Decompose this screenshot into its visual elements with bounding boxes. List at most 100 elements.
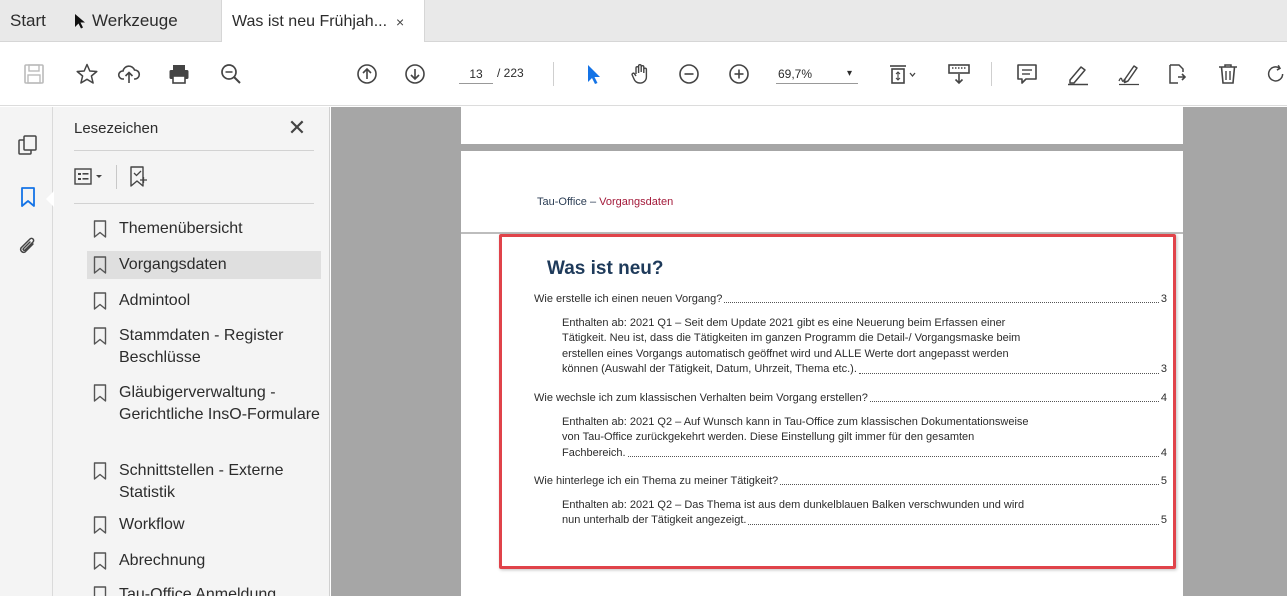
document-view[interactable]: Tau-Office – Vorgangsdaten Was ist neu? … xyxy=(331,107,1287,596)
share-icon xyxy=(1169,64,1187,84)
bookmark-icon xyxy=(93,292,107,310)
upload-cloud-icon xyxy=(117,65,141,83)
tab-document-label: Was ist neu Frühjah... xyxy=(232,12,388,30)
previous-page xyxy=(461,107,1183,144)
zoom-out-icon xyxy=(679,64,699,84)
toolbar-separator xyxy=(116,165,117,189)
print-button[interactable] xyxy=(166,61,192,87)
zoom-dropdown[interactable]: 69,7% ▾ xyxy=(776,64,858,84)
bookmark-icon xyxy=(93,327,107,345)
toolbar-divider xyxy=(553,62,554,86)
zoom-value: 69,7% xyxy=(778,67,813,81)
page-up-icon xyxy=(357,64,377,84)
rotate-button[interactable] xyxy=(1266,61,1287,87)
bookmark-label: Gläubigerverwaltung - Gerichtliche InsO-… xyxy=(119,384,320,423)
page-total: / 223 xyxy=(497,66,524,80)
bookmark-icon xyxy=(93,516,107,534)
tab-document[interactable]: Was ist neu Frühjah... × xyxy=(221,0,425,43)
chevron-down-icon: ▾ xyxy=(846,68,852,79)
bookmark-label: Schnittstellen - Externe Statistik xyxy=(119,462,284,501)
cursor-arrow-icon xyxy=(75,14,85,29)
page-header: Tau-Office – Vorgangsdaten xyxy=(537,196,673,208)
upload-button[interactable] xyxy=(116,61,142,87)
bookmark-icon xyxy=(93,220,107,238)
fit-page-button[interactable] xyxy=(884,61,920,87)
delete-icon xyxy=(1219,64,1237,84)
divider xyxy=(74,203,314,204)
options-menu-icon[interactable] xyxy=(74,167,106,187)
scroll-mode-icon xyxy=(948,64,970,85)
new-bookmark-icon[interactable] xyxy=(127,165,149,189)
bookmark-item[interactable]: Abrechnung xyxy=(87,547,321,575)
scroll-mode-button[interactable] xyxy=(946,61,972,87)
panel-close-button[interactable]: ✕ xyxy=(285,115,309,141)
select-arrow-icon xyxy=(588,65,600,84)
toolbar: 13 / 223 69,7% ▾ xyxy=(0,42,1287,106)
page-down-icon xyxy=(405,64,425,84)
rotate-icon xyxy=(1267,64,1284,82)
tab-tools[interactable]: Werkzeuge xyxy=(74,0,178,42)
select-tool-button[interactable] xyxy=(580,61,606,87)
bookmark-item[interactable]: Admintool xyxy=(87,287,321,315)
zoom-search-icon xyxy=(221,64,241,84)
save-icon xyxy=(24,64,44,84)
bookmarks-panel: Lesezeichen ✕ Themenübersicht Vorgangsda… xyxy=(53,107,330,596)
header-sub: Vorgangsdaten xyxy=(599,196,674,208)
tab-bar: Start Werkzeuge Was ist neu Frühjah... × xyxy=(0,0,1287,43)
bookmark-item[interactable]: Stammdaten - Register Beschlüsse xyxy=(87,322,321,372)
header-dash: – xyxy=(586,196,600,208)
hand-icon xyxy=(631,64,648,84)
bookmark-icon xyxy=(93,462,107,480)
hand-tool-button[interactable] xyxy=(628,61,654,87)
bookmark-icon xyxy=(93,552,107,570)
save-button[interactable] xyxy=(21,61,47,87)
zoom-in-button[interactable] xyxy=(726,61,752,87)
navigation-rail xyxy=(0,107,53,596)
bookmark-label: Abrechnung xyxy=(119,552,206,569)
header-main: Tau-Office xyxy=(537,196,587,208)
sign-icon xyxy=(1118,65,1139,86)
panel-toolbar xyxy=(74,164,149,190)
bookmark-label: Workflow xyxy=(119,516,185,533)
panel-title: Lesezeichen xyxy=(74,120,159,137)
fit-page-icon xyxy=(890,65,916,84)
delete-button[interactable] xyxy=(1215,61,1241,87)
zoom-in-icon xyxy=(729,64,749,84)
bookmark-item[interactable]: Workflow xyxy=(87,511,321,539)
sign-button[interactable] xyxy=(1116,61,1142,87)
tab-close-button[interactable]: × xyxy=(396,14,404,30)
attachment-icon[interactable] xyxy=(17,236,39,258)
bookmark-label: Stammdaten - Register Beschlüsse xyxy=(119,327,284,366)
share-button[interactable] xyxy=(1164,61,1190,87)
bookmark-item[interactable]: Tau-Office Anmeldung xyxy=(87,581,321,596)
print-icon xyxy=(169,65,189,84)
zoom-search-button[interactable] xyxy=(218,61,244,87)
comment-button[interactable] xyxy=(1014,61,1040,87)
bookmark-panel-icon[interactable] xyxy=(17,186,39,208)
bookmark-label: Admintool xyxy=(119,292,191,309)
tab-start-label: Start xyxy=(10,11,46,30)
page-down-button[interactable] xyxy=(402,61,428,87)
bookmark-icon xyxy=(93,384,107,402)
page-thumbnails-icon[interactable] xyxy=(17,134,39,156)
highlight-button[interactable] xyxy=(1065,61,1091,87)
bookmark-icon xyxy=(93,586,107,596)
zoom-out-button[interactable] xyxy=(676,61,702,87)
bookmark-label: Themenübersicht xyxy=(119,220,243,237)
page-up-button[interactable] xyxy=(354,61,380,87)
toolbar-divider xyxy=(991,62,992,86)
bookmark-label: Vorgangsdaten xyxy=(119,256,227,273)
bookmark-item[interactable]: Gläubigerverwaltung - Gerichtliche InsO-… xyxy=(87,379,321,429)
comment-icon xyxy=(1017,64,1037,84)
bookmark-item[interactable]: Themenübersicht xyxy=(87,215,321,243)
bookmark-item-selected[interactable]: Vorgangsdaten xyxy=(87,251,321,279)
page-number-input[interactable]: 13 xyxy=(459,64,493,84)
star-icon xyxy=(76,63,98,84)
highlight-annotation-box xyxy=(499,234,1176,569)
divider xyxy=(74,150,314,151)
tab-start[interactable]: Start xyxy=(10,0,46,42)
bookmark-star-button[interactable] xyxy=(74,61,100,87)
panel-pointer xyxy=(46,191,54,207)
bookmark-icon xyxy=(93,256,107,274)
bookmark-item[interactable]: Schnittstellen - Externe Statistik xyxy=(87,457,321,507)
